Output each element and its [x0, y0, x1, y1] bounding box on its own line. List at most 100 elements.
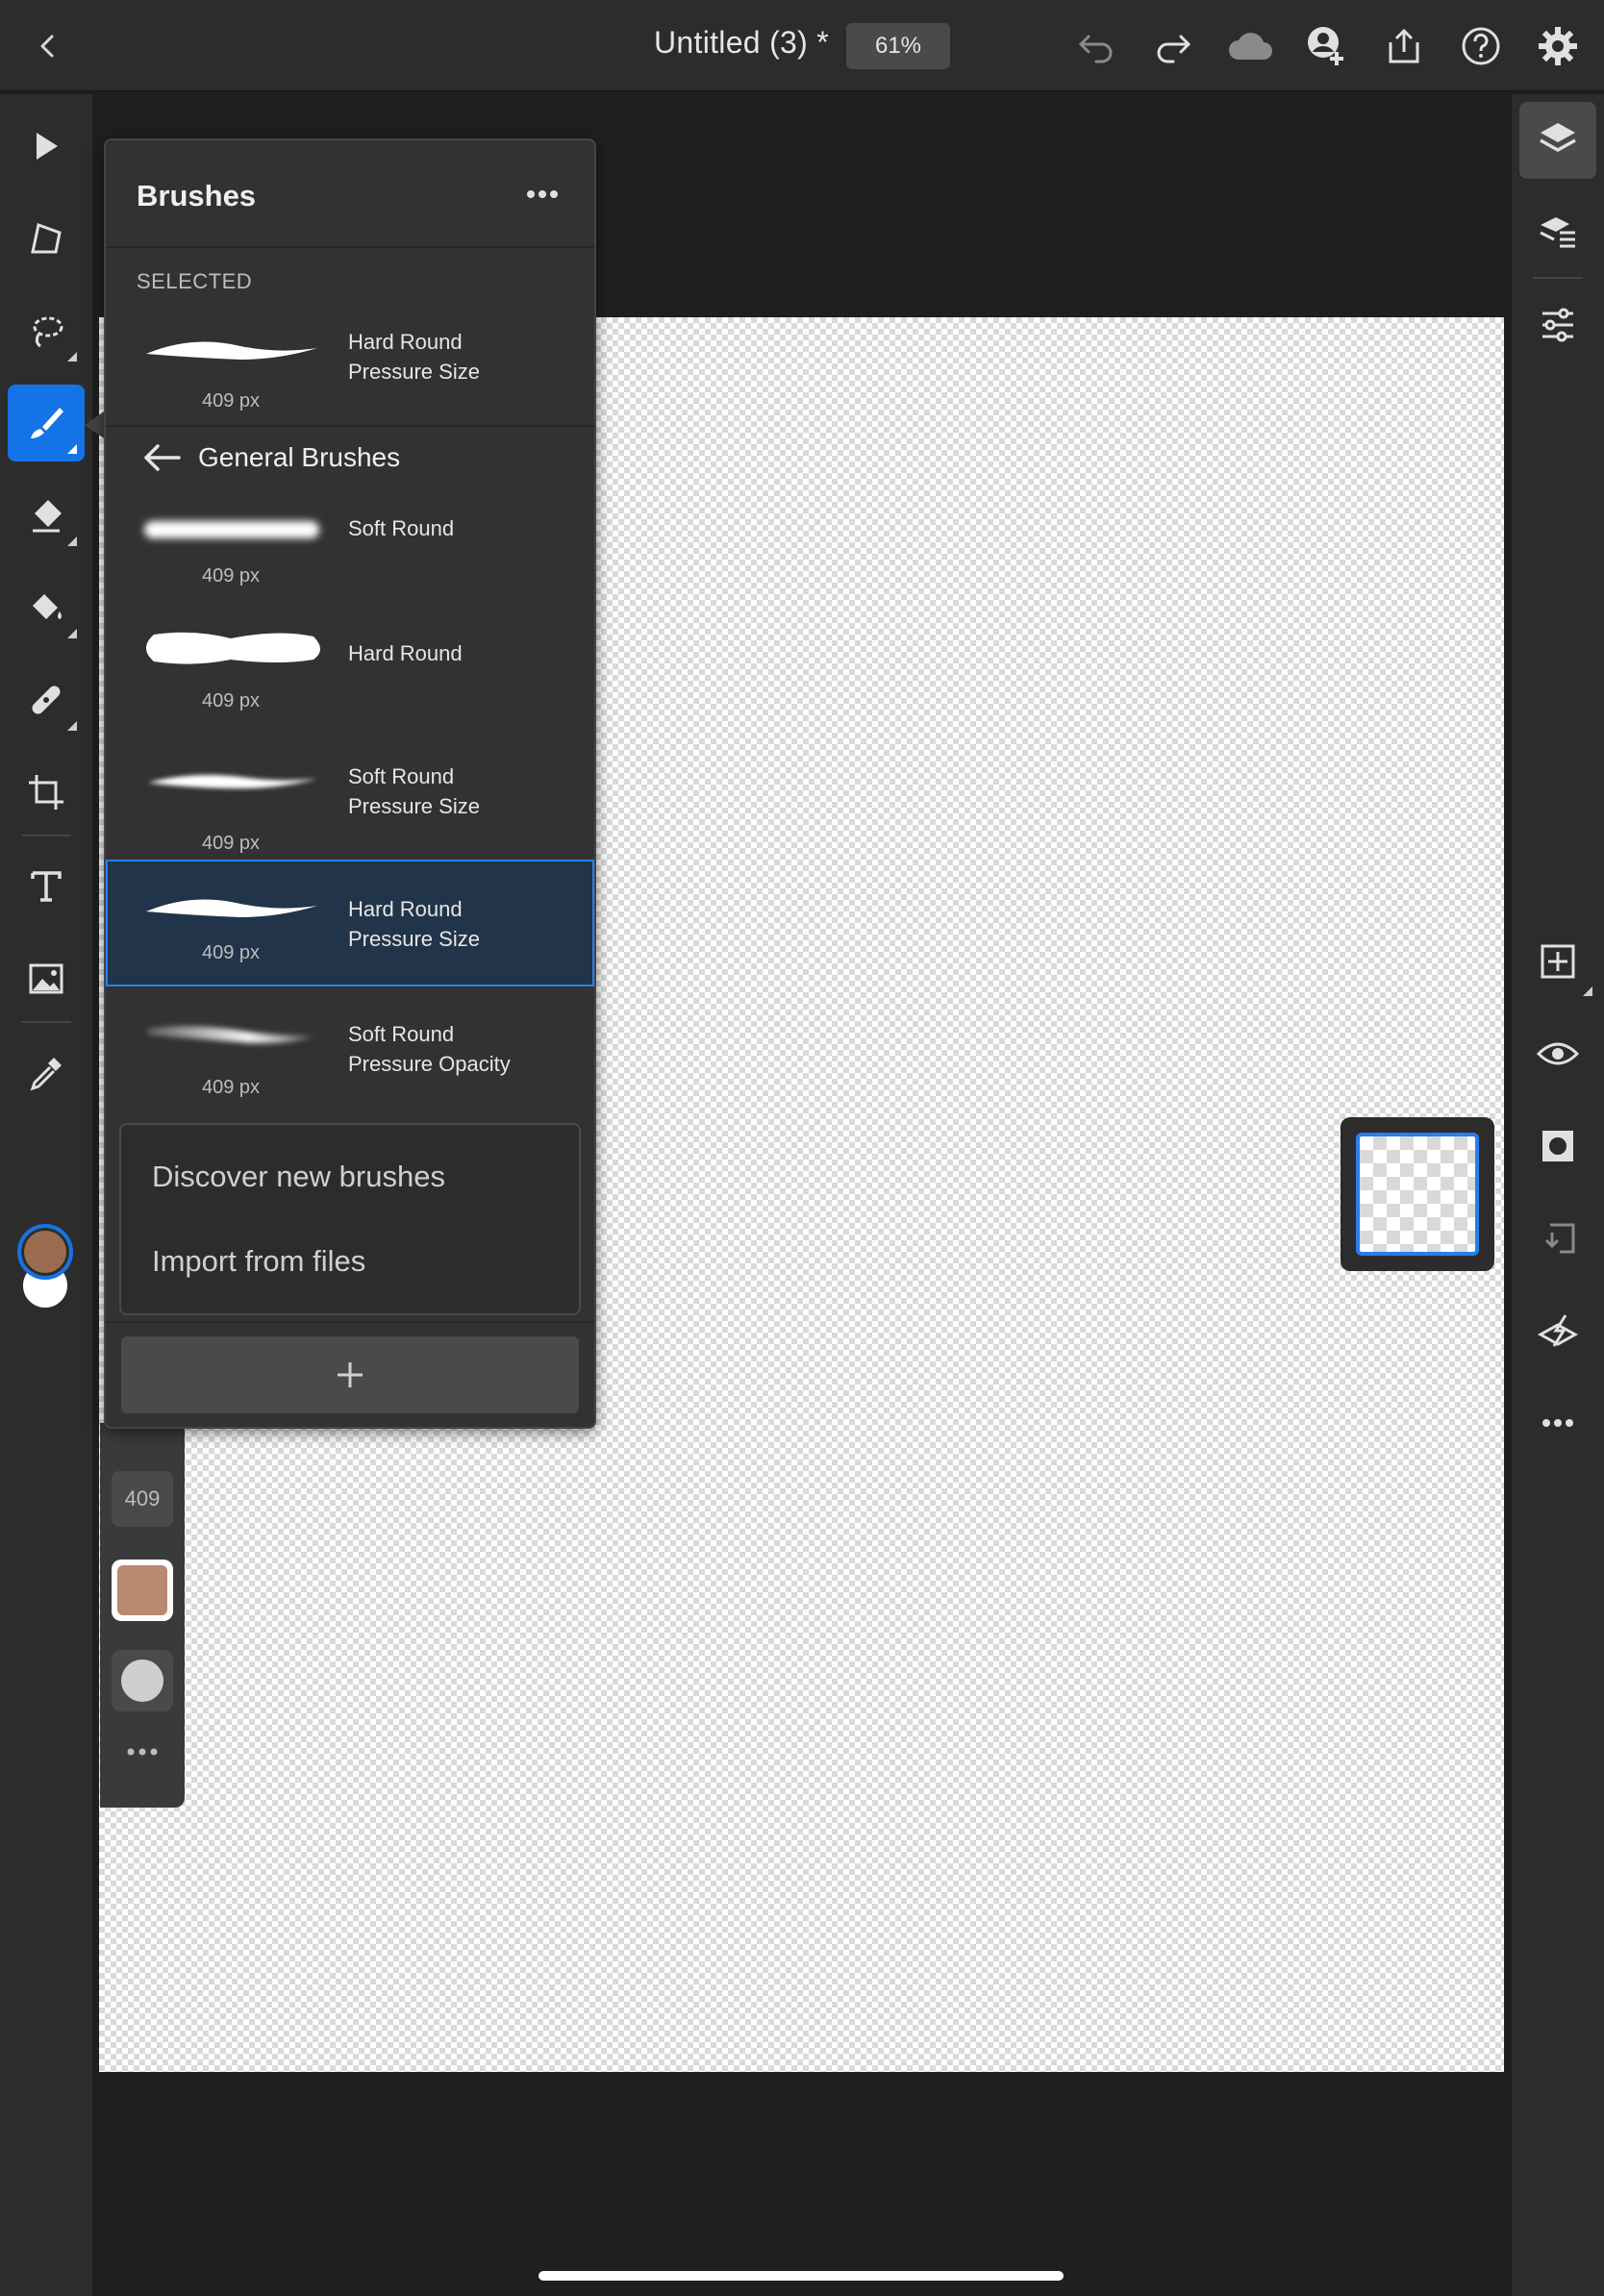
layer-properties-icon — [1540, 217, 1575, 248]
brush-name-line: Pressure Size — [348, 794, 480, 818]
visibility-icon — [1537, 1042, 1579, 1065]
brush-name-line: Soft Round — [348, 764, 455, 788]
right-toolbar — [1512, 94, 1604, 2296]
layer-thumbnail[interactable] — [1356, 1133, 1479, 1256]
home-indicator[interactable] — [539, 2271, 1064, 2281]
eyedropper-icon — [30, 1058, 62, 1091]
brush-size: 409 px — [202, 833, 261, 854]
add-brush-button[interactable] — [121, 1336, 579, 1413]
eyedropper-tool[interactable] — [8, 1035, 85, 1111]
brushes-panel-more-button[interactable] — [519, 175, 565, 213]
brush-name-line: Soft Round — [348, 1022, 455, 1046]
brush-size: 409 px — [202, 565, 261, 586]
clipping-mask-button[interactable] — [1519, 1200, 1596, 1277]
tool-options-indicator — [67, 537, 77, 546]
zoom-level-badge[interactable]: 61% — [846, 23, 950, 69]
toolbar-separator — [21, 835, 71, 836]
share-button[interactable] — [1379, 21, 1429, 71]
redo-button[interactable] — [1148, 21, 1198, 71]
brush-row[interactable]: 409 px Soft Round Pressure Opacity — [106, 998, 594, 1125]
cloud-icon — [1229, 33, 1272, 60]
layer-thumbnail-panel — [1341, 1117, 1494, 1271]
adjustments-button[interactable] — [1519, 287, 1596, 363]
hard-round-stroke-icon — [146, 632, 320, 664]
top-bar: Untitled (3) * 61% — [0, 0, 1604, 92]
settings-button[interactable] — [1533, 21, 1583, 71]
brush-properties-strip: 409 — [100, 1423, 185, 1808]
layer-properties-button[interactable] — [1519, 194, 1596, 271]
panel-pointer — [85, 412, 104, 438]
brush-size: 409 px — [202, 1077, 261, 1098]
brushes-panel: Brushes SELECTED 409 px Hard Round Press… — [104, 138, 596, 1429]
undo-icon — [1078, 35, 1113, 63]
import-brushes-item[interactable]: Import from files — [152, 1244, 365, 1279]
arrow-left-icon — [144, 444, 181, 471]
tool-options-indicator — [67, 352, 77, 362]
panel-divider — [106, 425, 594, 427]
soft-round-pressure-stroke-icon — [148, 775, 317, 788]
transform-tool[interactable] — [8, 200, 85, 277]
healing-tool[interactable] — [8, 661, 85, 738]
invite-button[interactable] — [1302, 21, 1352, 71]
brush-name-line: Pressure Size — [348, 927, 480, 951]
tool-options-indicator — [67, 629, 77, 638]
layers-button[interactable] — [1519, 102, 1596, 179]
brush-name: Hard Round Pressure Size — [348, 327, 480, 387]
opacity-dot — [121, 1660, 163, 1702]
group-back-button[interactable] — [140, 438, 183, 477]
select-tool[interactable] — [8, 108, 85, 185]
chevron-left-icon — [40, 35, 54, 58]
brush-color-swatch[interactable] — [112, 1560, 173, 1621]
image-icon — [29, 963, 63, 994]
merge-icon — [1537, 1314, 1579, 1347]
undo-button[interactable] — [1071, 21, 1121, 71]
type-icon — [31, 871, 62, 902]
layer-mask-button[interactable] — [1519, 1108, 1596, 1185]
brushes-panel-title: Brushes — [137, 179, 257, 212]
brush-opacity-control[interactable] — [112, 1650, 173, 1711]
help-icon — [1462, 27, 1500, 65]
more-icon — [1542, 1419, 1573, 1427]
help-button[interactable] — [1456, 21, 1506, 71]
brush-tool[interactable] — [8, 385, 85, 462]
document-title[interactable]: Untitled (3) * — [654, 25, 829, 61]
tool-options-indicator — [1583, 986, 1592, 996]
tool-options-indicator — [67, 444, 77, 454]
crop-tool[interactable] — [8, 754, 85, 831]
brush-more-options-button[interactable] — [112, 1733, 173, 1771]
select-arrow-icon — [37, 133, 58, 160]
gear-icon — [1539, 27, 1577, 65]
foreground-color-swatch[interactable] — [17, 1224, 73, 1280]
fill-tool[interactable] — [8, 569, 85, 646]
soft-round-opacity-stroke-icon — [148, 1026, 313, 1044]
add-layer-icon — [1541, 944, 1575, 979]
toolbar-separator — [21, 1021, 71, 1023]
eraser-icon — [33, 500, 62, 533]
place-image-tool[interactable] — [8, 940, 85, 1017]
discover-brushes-item[interactable]: Discover new brushes — [152, 1160, 445, 1194]
layer-visibility-button[interactable] — [1519, 1015, 1596, 1092]
back-button[interactable] — [25, 23, 71, 69]
brush-group-header[interactable]: General Brushes — [106, 429, 594, 487]
brush-size: 409 px — [202, 390, 261, 412]
brush-row[interactable]: 409 px Hard Round — [106, 625, 594, 752]
type-tool[interactable] — [8, 848, 85, 925]
clipping-icon — [1544, 1223, 1575, 1254]
brush-row-selected[interactable]: 409 px Hard Round Pressure Size — [106, 860, 594, 986]
brush-name: Hard Round Pressure Size — [348, 894, 480, 954]
selected-brush-row[interactable]: 409 px Hard Round Pressure Size — [106, 304, 594, 431]
healing-icon — [32, 686, 61, 714]
eraser-tool[interactable] — [8, 477, 85, 554]
lasso-tool[interactable] — [8, 292, 85, 369]
merge-layers-button[interactable] — [1519, 1292, 1596, 1369]
more-icon — [127, 1748, 158, 1756]
brush-size-value[interactable]: 409 — [112, 1471, 173, 1527]
plus-icon — [338, 1362, 363, 1387]
add-layer-button[interactable] — [1519, 923, 1596, 1000]
fill-bucket-icon — [33, 594, 62, 619]
more-layer-options-button[interactable] — [1519, 1385, 1596, 1461]
redo-icon — [1157, 35, 1191, 63]
cloud-status-button[interactable] — [1225, 21, 1275, 71]
brush-row[interactable]: 409 px Soft Round — [106, 500, 594, 627]
brush-name-line: Hard Round — [348, 897, 463, 921]
